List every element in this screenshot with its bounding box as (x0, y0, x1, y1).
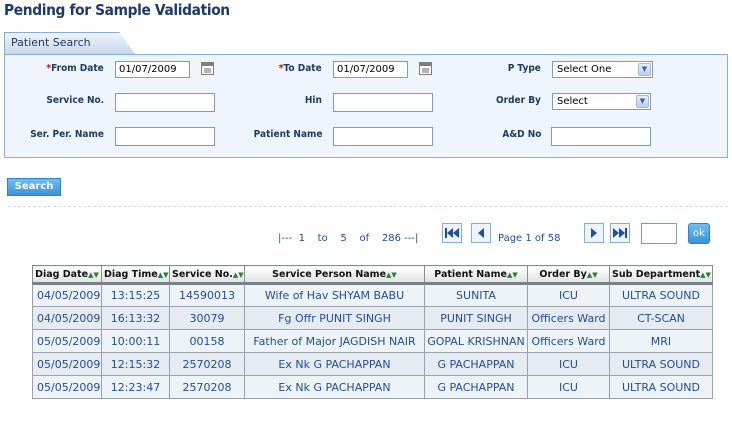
cell-patient-name: PUNIT SINGH (424, 306, 528, 330)
sort-icon[interactable]: ▲▼ (507, 271, 518, 279)
table-row[interactable]: 05/05/2009 12:15:32 2570208 Ex Nk G PACH… (32, 352, 713, 376)
column-header-diag-date[interactable]: Diag Date▲▼ (32, 265, 102, 284)
column-header-service-no[interactable]: Service No.▲▼ (169, 265, 245, 284)
p-type-select[interactable]: Select One ▼ (552, 61, 653, 78)
cell-diag-date: 05/05/2009 (32, 375, 102, 399)
chevron-down-icon[interactable]: ▼ (638, 63, 651, 76)
sort-icon[interactable]: ▲▼ (700, 271, 711, 279)
goto-page-input[interactable] (641, 223, 677, 244)
table-row[interactable]: 05/05/2009 10:00:11 00158 Father of Majo… (32, 329, 713, 353)
from-date-field[interactable]: 01/07/2009 (115, 61, 190, 78)
cell-patient-name: G PACHAPPAN (424, 375, 528, 399)
page-title: Pending for Sample Validation (4, 1, 230, 19)
ser-per-name-label: Ser. Per. Name (30, 129, 104, 140)
cell-patient-name: G PACHAPPAN (424, 352, 528, 376)
cell-patient-name: GOPAL KRISHNAN (424, 329, 528, 353)
cell-service-person-name: Ex Nk G PACHAPPAN (244, 375, 425, 399)
sort-icon[interactable]: ▲▼ (158, 271, 169, 279)
cell-service-no: 30079 (169, 306, 245, 330)
service-no-field[interactable] (115, 93, 215, 112)
cell-order-by: ICU (527, 375, 610, 399)
column-header-diag-time[interactable]: Diag Time▲▼ (101, 265, 170, 284)
column-header-patient-name[interactable]: Patient Name▲▼ (424, 265, 528, 284)
chevron-down-icon[interactable]: ▼ (636, 95, 649, 108)
cell-sub-department: ULTRA SOUND (609, 282, 713, 307)
cell-sub-department: ULTRA SOUND (609, 375, 713, 399)
from-date-label: *From Date (46, 63, 104, 74)
sort-icon[interactable]: ▲▼ (386, 271, 397, 279)
cell-diag-date: 05/05/2009 (32, 352, 102, 376)
cell-order-by: ICU (527, 352, 610, 376)
cell-patient-name: SUNITA (424, 282, 528, 307)
sort-icon[interactable]: ▲▼ (587, 271, 598, 279)
cell-diag-time: 10:00:11 (101, 329, 170, 353)
p-type-selected: Select One (557, 64, 612, 75)
hin-field[interactable] (333, 93, 433, 112)
cell-diag-date: 04/05/2009 (32, 282, 102, 307)
patient-name-field[interactable] (333, 127, 433, 146)
ok-button[interactable]: ok (688, 223, 710, 244)
pager-range: |--- 1 to 5 of 286 ---| (278, 233, 419, 244)
order-by-selected: Select (557, 96, 588, 107)
search-button[interactable]: Search (7, 178, 61, 196)
cell-service-person-name: Father of Major JAGDISH NAIR (244, 329, 425, 353)
next-page-icon[interactable] (584, 223, 604, 243)
calendar-icon[interactable] (419, 62, 432, 75)
calendar-icon[interactable] (201, 62, 214, 75)
cell-order-by: Officers Ward (527, 329, 610, 353)
cell-service-person-name: Fg Offr PUNIT SINGH (244, 306, 425, 330)
cell-service-no: 14590013 (169, 282, 245, 307)
divider (8, 206, 728, 207)
cell-diag-date: 04/05/2009 (32, 306, 102, 330)
cell-order-by: Officers Ward (527, 306, 610, 330)
sort-icon[interactable]: ▲▼ (233, 271, 244, 279)
last-page-icon[interactable] (610, 223, 630, 243)
first-page-icon[interactable] (442, 223, 462, 243)
order-by-select[interactable]: Select ▼ (552, 93, 651, 110)
patient-name-label: Patient Name (253, 129, 322, 140)
column-header-order-by[interactable]: Order By▲▼ (527, 265, 610, 284)
page-indicator: Page 1 of 58 (498, 233, 561, 244)
cell-service-no: 2570208 (169, 375, 245, 399)
tab-patient-search-label: Patient Search (11, 36, 91, 49)
table-row[interactable]: 04/05/2009 16:13:32 30079 Fg Offr PUNIT … (32, 306, 713, 330)
cell-service-person-name: Wife of Hav SHYAM BABU (244, 282, 425, 307)
cell-service-person-name: Ex Nk G PACHAPPAN (244, 352, 425, 376)
cell-diag-time: 13:15:25 (101, 282, 170, 307)
cell-service-no: 2570208 (169, 352, 245, 376)
cell-sub-department: ULTRA SOUND (609, 352, 713, 376)
sort-icon[interactable]: ▲▼ (88, 271, 99, 279)
table-row[interactable]: 04/05/2009 13:15:25 14590013 Wife of Hav… (32, 282, 713, 307)
ad-no-field[interactable] (551, 127, 651, 146)
results-table: Diag Date▲▼ Diag Time▲▼ Service No.▲▼ Se… (32, 265, 713, 399)
order-by-label: Order By (496, 95, 541, 106)
cell-diag-date: 05/05/2009 (32, 329, 102, 353)
cell-order-by: ICU (527, 282, 610, 307)
p-type-label: P Type (507, 63, 541, 74)
cell-diag-time: 16:13:32 (101, 306, 170, 330)
cell-service-no: 00158 (169, 329, 245, 353)
cell-sub-department: CT-SCAN (609, 306, 713, 330)
table-row[interactable]: 05/05/2009 12:23:47 2570208 Ex Nk G PACH… (32, 375, 713, 399)
to-date-label: *To Date (279, 63, 322, 74)
column-header-service-person-name[interactable]: Service Person Name▲▼ (244, 265, 425, 284)
cell-diag-time: 12:23:47 (101, 375, 170, 399)
to-date-field[interactable]: 01/07/2009 (333, 61, 408, 78)
prev-page-icon[interactable] (471, 223, 491, 243)
ad-no-label: A&D No (501, 129, 541, 140)
table-header-row: Diag Date▲▼ Diag Time▲▼ Service No.▲▼ Se… (32, 265, 713, 284)
hin-label: Hin (304, 95, 322, 106)
ser-per-name-field[interactable] (115, 127, 215, 146)
cell-diag-time: 12:15:32 (101, 352, 170, 376)
service-no-label: Service No. (46, 95, 104, 106)
column-header-sub-department[interactable]: Sub Department▲▼ (609, 265, 713, 284)
cell-sub-department: MRI (609, 329, 713, 353)
